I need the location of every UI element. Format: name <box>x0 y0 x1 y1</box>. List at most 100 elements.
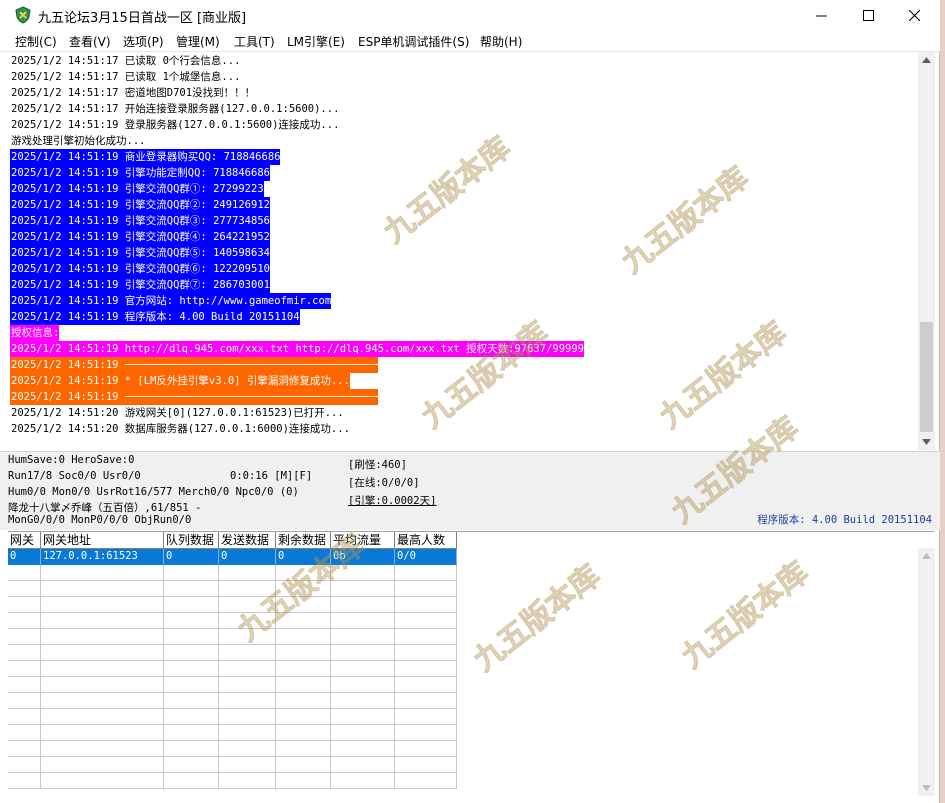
table-cell <box>8 613 41 629</box>
grid-scrollbar[interactable] <box>918 548 935 796</box>
table-cell <box>331 677 395 693</box>
table-row[interactable] <box>8 661 459 677</box>
table-cell <box>8 581 41 597</box>
log-line: 2025/1/2 14:51:17 已读取 1个城堡信息... <box>10 69 241 85</box>
table-cell <box>276 725 331 741</box>
log-line: 游戏处理引擎初始化成功... <box>10 133 146 149</box>
log-scrollbar[interactable] <box>918 52 935 450</box>
maximize-button[interactable] <box>845 0 891 30</box>
table-cell <box>41 741 164 757</box>
menu-manage[interactable]: 管理(M) <box>176 33 220 50</box>
table-cell <box>219 613 276 629</box>
table-cell <box>219 661 276 677</box>
scroll-up-button[interactable] <box>918 52 935 68</box>
table-row[interactable] <box>8 773 459 789</box>
log-line: 2025/1/2 14:51:19 引擎交流QQ群④: 264221952 <box>10 229 270 245</box>
status-uptime: 0:0:16 [M][F] <box>230 470 313 482</box>
grid-scroll-down-button[interactable] <box>918 780 935 796</box>
table-row[interactable] <box>8 677 459 693</box>
log-line: 2025/1/2 14:51:19 商业登录器购买QQ: 718846686 <box>10 149 281 165</box>
table-cell <box>41 581 164 597</box>
table-cell <box>395 741 457 757</box>
gate-table[interactable]: 网关 网关地址 队列数据 发送数据 剩余数据 平均流量 最高人数 0 127.0.0.1:615… <box>8 532 459 796</box>
chevron-down-icon <box>922 785 931 791</box>
table-cell: 0/0 <box>395 549 457 565</box>
menu-lm-engine[interactable]: LM引擎(E) <box>287 33 345 50</box>
scroll-down-button[interactable] <box>918 434 935 450</box>
grid-scroll-up-button[interactable] <box>918 548 935 564</box>
column-header[interactable]: 剩余数据 <box>276 532 331 549</box>
table-cell <box>41 757 164 773</box>
table-cell <box>276 565 331 581</box>
log-line: 2025/1/2 14:51:17 已读取 0个行会信息... <box>10 53 241 69</box>
table-row[interactable] <box>8 741 459 757</box>
table-row[interactable] <box>8 581 459 597</box>
table-cell: 0b <box>331 549 395 565</box>
table-cell <box>164 645 219 661</box>
column-header[interactable]: 平均流量 <box>331 532 395 549</box>
table-cell <box>395 613 457 629</box>
table-cell <box>41 645 164 661</box>
online-count-label: [在线:0/0/0] <box>348 477 420 489</box>
table-row[interactable] <box>8 645 459 661</box>
chevron-up-icon <box>922 57 931 63</box>
menu-control[interactable]: 控制(C) <box>15 33 57 50</box>
column-header[interactable]: 网关地址 <box>41 532 164 549</box>
table-row[interactable] <box>8 757 459 773</box>
status-panel: HumSave:0 HeroSave:0 Run17/8 Soc0/0 Usr0… <box>0 451 940 530</box>
table-cell <box>331 629 395 645</box>
table-row[interactable]: 0 127.0.0.1:61523 0 0 0 0b 0/0 <box>8 549 459 565</box>
table-cell <box>8 597 41 613</box>
column-header[interactable]: 队列数据 <box>164 532 219 549</box>
window-title: 九五论坛3月15日首战一区 [商业版] <box>38 11 247 26</box>
status-skill-info: 降龙十八掌〆乔峰（五百倍）,61/851 - <box>8 502 202 514</box>
table-cell <box>219 757 276 773</box>
table-cell <box>41 661 164 677</box>
table-cell <box>8 677 41 693</box>
table-cell <box>395 725 457 741</box>
column-header[interactable]: 最高人数 <box>395 532 457 549</box>
title-bar[interactable]: 九五论坛3月15日首战一区 [商业版] <box>0 0 940 30</box>
table-cell <box>8 693 41 709</box>
column-header[interactable]: 网关 <box>8 532 41 549</box>
table-cell <box>164 677 219 693</box>
menu-tools[interactable]: 工具(T) <box>234 33 275 50</box>
close-icon <box>908 9 920 21</box>
column-header[interactable]: 发送数据 <box>219 532 276 549</box>
table-cell <box>331 709 395 725</box>
log-line: 2025/1/2 14:51:19 登录服务器(127.0.0.1:5600)连… <box>10 117 340 133</box>
table-row[interactable] <box>8 565 459 581</box>
menu-view[interactable]: 查看(V) <box>69 33 111 50</box>
table-cell <box>276 757 331 773</box>
table-row[interactable] <box>8 597 459 613</box>
table-row[interactable] <box>8 629 459 645</box>
close-button[interactable] <box>891 0 937 30</box>
table-cell <box>219 677 276 693</box>
table-cell <box>219 645 276 661</box>
menu-help[interactable]: 帮助(H) <box>480 33 522 50</box>
engine-time-label: [引擎:0.0002天] <box>348 495 437 507</box>
table-cell <box>41 597 164 613</box>
table-row[interactable] <box>8 693 459 709</box>
table-row[interactable] <box>8 613 459 629</box>
menu-options[interactable]: 选项(P) <box>123 33 164 50</box>
log-scroll-thumb[interactable] <box>920 322 933 432</box>
table-cell <box>276 613 331 629</box>
menu-esp-plugin[interactable]: ESP单机调试插件(S) <box>358 33 469 50</box>
log-line: 授权信息: <box>10 325 60 341</box>
log-line: 2025/1/2 14:51:19 引擎交流QQ群②: 249126912 <box>10 197 270 213</box>
log-panel[interactable]: 2025/1/2 14:51:17 已读取 0个行会信息... 2025/1/2 … <box>8 52 934 450</box>
table-cell <box>8 725 41 741</box>
table-cell <box>219 581 276 597</box>
table-cell <box>41 565 164 581</box>
table-cell <box>8 661 41 677</box>
table-cell <box>395 773 457 789</box>
table-cell <box>331 773 395 789</box>
table-row[interactable] <box>8 725 459 741</box>
table-cell <box>8 773 41 789</box>
maximize-icon <box>862 9 874 21</box>
table-cell <box>164 741 219 757</box>
table-cell <box>164 565 219 581</box>
minimize-button[interactable] <box>798 0 844 30</box>
table-row[interactable] <box>8 709 459 725</box>
